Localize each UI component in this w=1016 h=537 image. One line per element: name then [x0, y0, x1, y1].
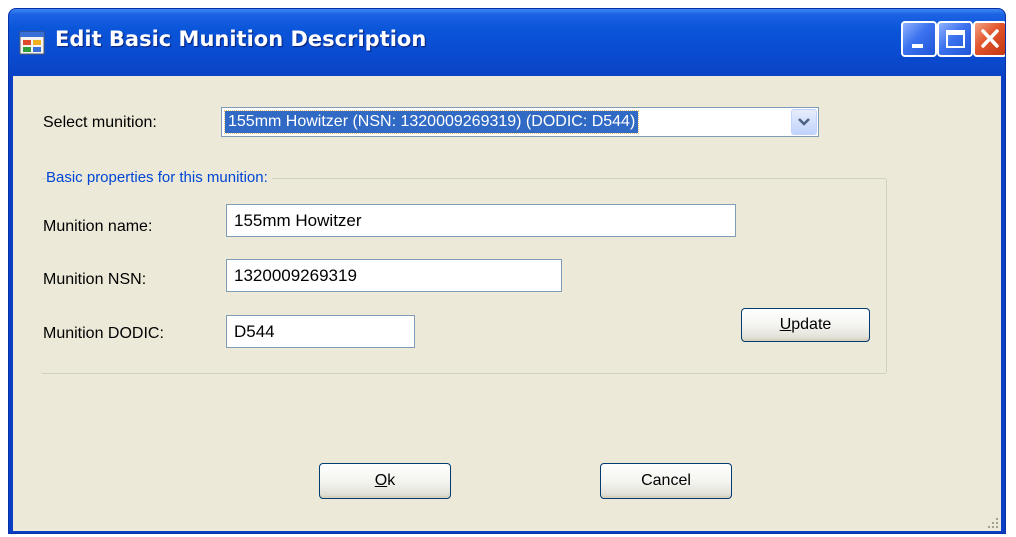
- resize-grip-icon[interactable]: [987, 517, 999, 529]
- update-button[interactable]: Update: [741, 308, 870, 342]
- munition-dodic-field[interactable]: D544: [226, 315, 415, 348]
- update-label: pdate: [791, 316, 832, 333]
- munition-dodic-label: Munition DODIC:: [43, 325, 164, 342]
- close-button[interactable]: [973, 21, 1005, 57]
- cancel-label: Cancel: [641, 472, 691, 489]
- app-icon: [19, 31, 45, 55]
- munition-name-label: Munition name:: [43, 218, 153, 235]
- minimize-button[interactable]: [901, 21, 937, 57]
- munition-nsn-label: Munition NSN:: [43, 271, 147, 288]
- dialog-window: Edit Basic Munition Description Select m…: [8, 8, 1006, 534]
- ok-label: k: [387, 472, 396, 489]
- title-bar[interactable]: Edit Basic Munition Description: [9, 9, 1005, 76]
- group-label: Basic properties for this munition:: [46, 169, 272, 186]
- chevron-down-icon: [798, 118, 810, 126]
- ok-button[interactable]: Ok: [319, 463, 451, 499]
- munition-nsn-field[interactable]: 1320009269319: [226, 259, 562, 292]
- close-icon: [981, 29, 999, 48]
- munition-name-field[interactable]: 155mm Howitzer: [226, 204, 736, 237]
- ok-mnemonic: O: [374, 472, 388, 489]
- maximize-icon: [946, 30, 965, 48]
- cancel-button[interactable]: Cancel: [600, 463, 732, 499]
- window-title: Edit Basic Munition Description: [55, 27, 427, 51]
- maximize-button[interactable]: [937, 21, 973, 57]
- dropdown-button[interactable]: [791, 109, 817, 135]
- selected-munition: 155mm Howitzer (NSN: 1320009269319) (DOD…: [223, 110, 640, 134]
- munition-select[interactable]: 155mm Howitzer (NSN: 1320009269319) (DOD…: [221, 107, 819, 137]
- select-munition-label: Select munition:: [43, 114, 157, 131]
- minimize-icon: [912, 44, 923, 48]
- dialog-body: Select munition: 155mm Howitzer (NSN: 13…: [13, 76, 1001, 531]
- update-mnemonic: U: [779, 316, 792, 333]
